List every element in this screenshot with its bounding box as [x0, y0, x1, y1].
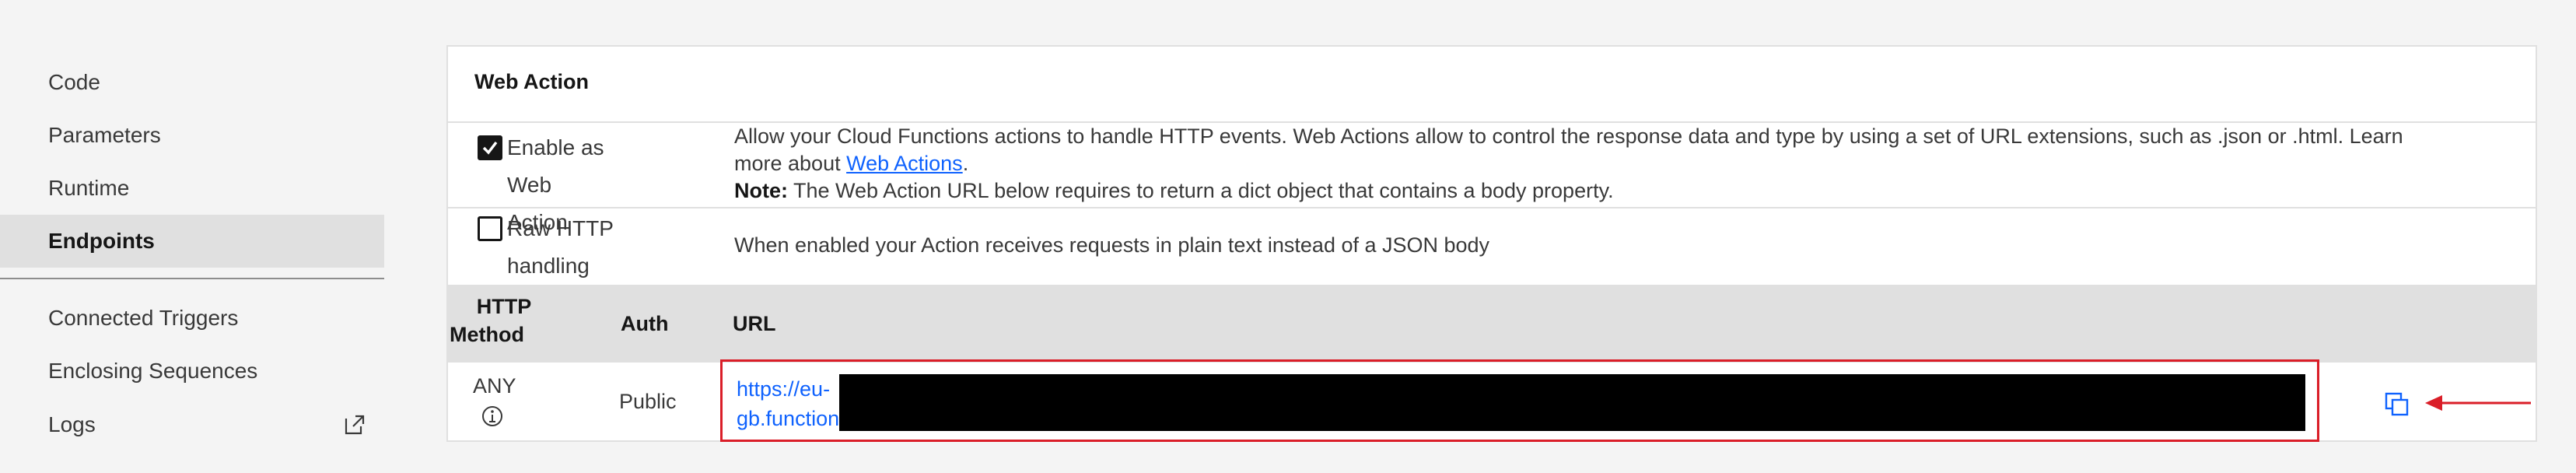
header-auth: Auth: [621, 312, 669, 335]
sidebar-item-label: Endpoints: [48, 229, 155, 253]
external-link-icon: [345, 415, 365, 435]
divider: [448, 207, 2536, 208]
endpoints-table-header: HTTP Method Auth URL: [448, 285, 2536, 363]
label-line: handling: [507, 254, 590, 278]
redaction-block: [839, 374, 2305, 431]
header-method-line2: Method: [450, 323, 524, 346]
sidebar-item-label: Enclosing Sequences: [48, 359, 258, 383]
enable-web-action-checkbox[interactable]: [478, 135, 502, 160]
sidebar-item-logs[interactable]: Logs: [0, 398, 384, 451]
card-title: Web Action: [474, 70, 589, 93]
sidebar-item-label: Connected Triggers: [48, 306, 239, 330]
sidebar-item-runtime[interactable]: Runtime: [0, 162, 384, 215]
web-actions-link[interactable]: Web Actions: [846, 152, 963, 175]
description-text: more about: [734, 152, 847, 175]
sidebar-item-label: Code: [48, 70, 100, 94]
sidebar-item-label: Runtime: [48, 176, 130, 200]
description-line: Allow your Cloud Functions actions to ha…: [734, 124, 2403, 148]
sidebar-item-label: Logs: [48, 412, 96, 436]
raw-http-description: When enabled your Action receives reques…: [734, 233, 1490, 257]
description-line: more about Web Actions.: [734, 150, 2515, 177]
web-action-card: Web Action Enable as Web Action Allow yo…: [446, 45, 2537, 442]
url-line: gb.function: [737, 407, 840, 430]
checkmark-icon: [482, 141, 498, 155]
header-line: HTTP: [476, 295, 532, 318]
red-arrow-icon: [2425, 395, 2531, 411]
url-line: https://eu-: [737, 377, 831, 401]
sidebar-item-code[interactable]: Code: [0, 56, 384, 109]
url-highlight-box: https://eu- gb.function: [720, 359, 2319, 442]
raw-http-label: Raw HTTP handling: [507, 210, 632, 285]
sidebar-item-endpoints[interactable]: Endpoints: [0, 215, 384, 268]
copy-icon[interactable]: [2383, 391, 2411, 419]
enable-web-action-description: Allow your Cloud Functions actions to ha…: [734, 123, 2515, 205]
header-http-method: HTTP: [473, 293, 535, 321]
sidebar-item-enclosing-sequences[interactable]: Enclosing Sequences: [0, 345, 384, 398]
note-text: The Web Action URL below requires to ret…: [788, 179, 1614, 202]
sidebar-divider: [0, 278, 384, 279]
sidebar-item-parameters[interactable]: Parameters: [0, 109, 384, 162]
label-line: Enable as Web: [507, 135, 604, 197]
sidebar: Code Parameters Runtime Endpoints Connec…: [0, 0, 384, 473]
label-line: Raw HTTP: [507, 216, 614, 240]
header-url: URL: [733, 312, 776, 335]
note-line: Note: The Web Action URL below requires …: [734, 177, 2515, 205]
info-icon[interactable]: [481, 405, 504, 428]
endpoint-url-link[interactable]: https://eu- gb.function: [737, 374, 853, 433]
sidebar-item-connected-triggers[interactable]: Connected Triggers: [0, 292, 384, 345]
sidebar-item-label: Parameters: [48, 123, 161, 147]
note-label: Note:: [734, 179, 788, 202]
description-text: .: [962, 152, 969, 175]
row-auth: Public: [619, 390, 677, 413]
row-method: ANY: [473, 374, 516, 398]
raw-http-checkbox[interactable]: [478, 216, 502, 241]
